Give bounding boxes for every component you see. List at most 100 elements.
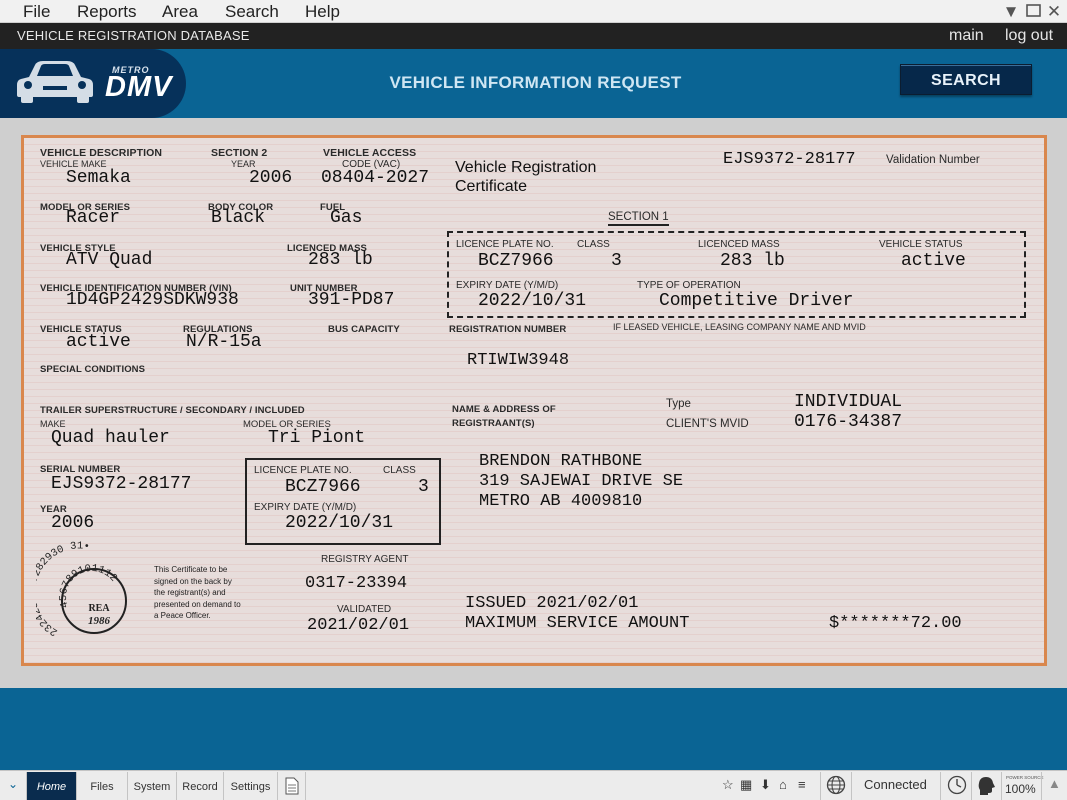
- type-label: Type: [666, 398, 691, 410]
- reg-cert-title: Vehicle Registration: [455, 159, 597, 176]
- special-conditions-label: SPECIAL CONDITIONS: [40, 364, 146, 375]
- validated-label: VALIDATED: [337, 604, 392, 615]
- tab-settings[interactable]: Settings: [224, 772, 278, 800]
- maximum-service-label: MAXIMUM SERVICE AMOUNT: [465, 614, 690, 633]
- home-icon[interactable]: ⌂: [779, 777, 787, 792]
- connection-status: Connected: [864, 777, 927, 792]
- document-icon[interactable]: [278, 772, 306, 800]
- divider: [851, 772, 852, 800]
- notice-line: the registrant(s) and: [154, 588, 226, 597]
- search-button[interactable]: SEARCH: [900, 64, 1032, 95]
- menu-file[interactable]: File: [23, 2, 50, 22]
- trailer-label: TRAILER SUPERSTRUCTURE / SECONDARY / INC…: [40, 405, 305, 416]
- registrant-address-2: METRO AB 4009810: [479, 492, 643, 511]
- registry-agent-value: 0317-23394: [305, 574, 408, 593]
- registry-agent-label: REGISTRY AGENT: [321, 554, 409, 565]
- s1-mass-label: LICENCED MASS: [698, 239, 780, 250]
- seal-rea: REA: [88, 603, 110, 614]
- trailer-plate-box: LICENCE PLATE NO. CLASS BCZ7966 3 EXPIRY…: [245, 458, 441, 545]
- trailer-class-label: CLASS: [383, 465, 416, 476]
- tab-system[interactable]: System: [128, 772, 177, 800]
- title-bar: VEHICLE REGISTRATION DATABASE main log o…: [0, 23, 1067, 49]
- s1-status-value: active: [901, 251, 966, 271]
- service-amount-value: $*******72.00: [829, 614, 962, 633]
- rea-seal-stamp: 2324252627282930 31• 456789101112 REA 19…: [36, 541, 127, 638]
- unit-number-value: 391-PD87: [308, 290, 395, 310]
- notice-line: presented on demand to: [154, 599, 241, 609]
- star-icon[interactable]: ☆: [722, 777, 734, 793]
- dropdown-icon[interactable]: ▼: [1002, 3, 1020, 20]
- menu-search[interactable]: Search: [225, 2, 279, 22]
- logout-link[interactable]: log out: [1005, 27, 1053, 45]
- tab-record[interactable]: Record: [177, 772, 224, 800]
- trailer-plate-label: LICENCE PLATE NO.: [254, 465, 352, 476]
- menu-area[interactable]: Area: [162, 2, 198, 22]
- model-value: Racer: [66, 208, 121, 228]
- type-value: INDIVIDUAL: [794, 392, 903, 412]
- licenced-mass-value: 283 lb: [308, 250, 373, 270]
- menu-icon[interactable]: ≡: [798, 777, 806, 792]
- chevron-down-icon[interactable]: ⌄: [0, 772, 27, 800]
- calendar-icon[interactable]: ▦: [740, 777, 752, 793]
- vehicle-style-value: ATV Quad: [66, 250, 153, 270]
- registrant-name: BRENDON RATHBONE: [479, 452, 643, 471]
- leased-label: IF LEASED VEHICLE, LEASING COMPANY NAME …: [613, 322, 866, 332]
- trailer-year-value: 2006: [51, 513, 95, 533]
- name-address-label-2: REGISTRAANT(S): [452, 418, 535, 429]
- user-head-icon[interactable]: [976, 775, 996, 800]
- registration-number-value: RTIWIW3948: [467, 351, 570, 370]
- notice-line: This Certificate to be: [154, 565, 228, 574]
- regulations-value: N/R-15a: [186, 332, 262, 352]
- s1-plate-label: LICENCE PLATE NO.: [456, 239, 554, 250]
- clock-icon[interactable]: [947, 775, 967, 798]
- trailer-class-value: 3: [418, 477, 429, 497]
- divider: [1041, 772, 1042, 800]
- vin-value: 1D4GP2429SDKW938: [66, 290, 239, 310]
- maximize-icon[interactable]: [1024, 3, 1042, 20]
- divider: [1001, 772, 1002, 800]
- validated-value: 2021/02/01: [307, 616, 410, 635]
- validation-number-value: EJS9372-28177: [723, 150, 856, 169]
- menu-reports[interactable]: Reports: [77, 2, 137, 22]
- mvid-value: 0176-34387: [794, 412, 903, 432]
- s1-mass-value: 283 lb: [720, 251, 785, 271]
- s1-class-value: 3: [611, 251, 622, 271]
- notice-line: a Peace Officer.: [154, 611, 211, 620]
- vehicle-description-label: VEHICLE DESCRIPTION: [40, 147, 163, 159]
- mvid-label: CLIENT'S MVID: [666, 418, 749, 430]
- close-icon[interactable]: ✕: [1045, 3, 1063, 20]
- registrant-address-1: 319 SAJEWAI DRIVE SE: [479, 472, 684, 491]
- bus-capacity-label: BUS CAPACITY: [328, 324, 400, 335]
- chevron-up-icon[interactable]: ▲: [1048, 776, 1061, 791]
- s1-type-label: TYPE OF OPERATION: [637, 280, 741, 291]
- globe-icon[interactable]: [826, 775, 846, 798]
- section2-label: SECTION 2: [211, 147, 268, 159]
- menu-help[interactable]: Help: [305, 2, 340, 22]
- trailer-make-value: Quad hauler: [51, 428, 170, 448]
- footer-band: [0, 688, 1067, 770]
- s1-class-label: CLASS: [577, 239, 610, 250]
- s1-status-label: VEHICLE STATUS: [879, 239, 963, 250]
- registration-number-label: REGISTRATION NUMBER: [449, 324, 567, 335]
- trailer-model-value: Tri Piont: [268, 428, 366, 448]
- code-vac-value: 08404-2027: [321, 168, 430, 188]
- section1-label: SECTION 1: [608, 211, 669, 226]
- battery-level: 100%: [1005, 782, 1036, 796]
- power-source-label: POWER SOURCE: [1006, 775, 1044, 780]
- trailer-expiry-value: 2022/10/31: [285, 513, 394, 533]
- serial-number-value: EJS9372-28177: [51, 474, 192, 494]
- divider: [971, 772, 972, 800]
- tab-files[interactable]: Files: [77, 772, 128, 800]
- trailer-plate-value: BCZ7966: [285, 477, 361, 497]
- year-value: 2006: [249, 168, 293, 188]
- vehicle-status-value: active: [66, 332, 131, 352]
- registration-certificate: VEHICLE DESCRIPTION VEHICLE MAKE Semaka …: [21, 135, 1047, 666]
- name-address-label: NAME & ADDRESS OF: [452, 404, 556, 415]
- main-link[interactable]: main: [949, 27, 984, 45]
- reg-cert-title-2: Certificate: [455, 178, 528, 195]
- body-color-value: Black: [211, 208, 266, 228]
- tab-home[interactable]: Home: [27, 772, 77, 800]
- vehicle-make-value: Semaka: [66, 168, 131, 188]
- download-icon[interactable]: ⬇: [760, 777, 771, 793]
- s1-expiry-value: 2022/10/31: [478, 291, 587, 311]
